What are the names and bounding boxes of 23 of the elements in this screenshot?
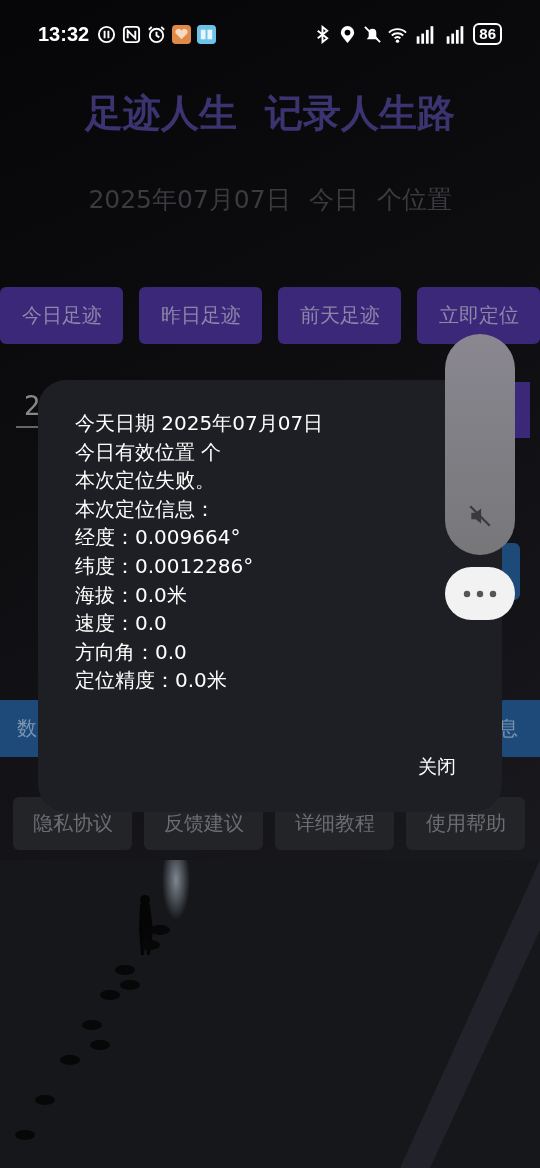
- info-line: 本次定位失败。: [75, 467, 215, 495]
- app-title: 足迹人生: [85, 90, 237, 137]
- day-button[interactable]: 今日足迹: [0, 287, 123, 344]
- info-line: 今日有效位置 个: [75, 438, 222, 466]
- app-title: 记录人生路: [265, 90, 455, 137]
- day-button[interactable]: 前天足迹: [278, 287, 401, 344]
- info-line: 本次定位信息：: [75, 495, 215, 523]
- alarm-icon: [147, 24, 167, 44]
- nfc-icon: [122, 24, 142, 44]
- day-button[interactable]: 昨日足迹: [139, 287, 262, 344]
- bell-muted-icon: [363, 24, 383, 44]
- status-time: 13:32: [38, 22, 90, 46]
- info-line: 定位精度：0.0米: [75, 667, 227, 695]
- day-button[interactable]: 立即定位: [417, 287, 540, 344]
- info-line: 速度：0.0: [75, 610, 167, 638]
- more-icon: [463, 589, 497, 598]
- close-button[interactable]: 关闭: [412, 750, 462, 784]
- info-line: 海拔：0.0米: [75, 581, 187, 609]
- info-line: 方向角：0.0: [75, 638, 187, 666]
- battery-level: 86: [473, 23, 502, 45]
- info-line: 经度：0.009664°: [75, 524, 241, 552]
- info-line: 纬度：0.0012286°: [75, 552, 254, 580]
- info-line: 今天日期 2025年07月07日: [75, 410, 324, 437]
